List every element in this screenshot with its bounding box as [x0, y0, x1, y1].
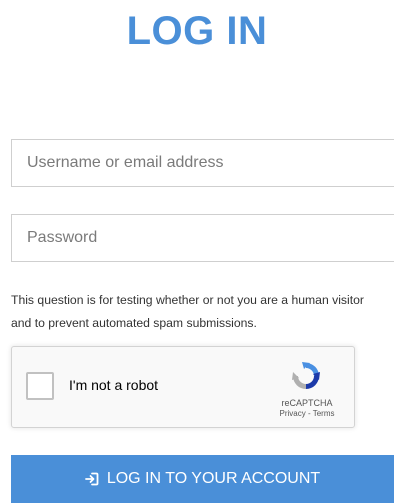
captcha-description: This question is for testing whether or … [11, 293, 364, 330]
recaptcha-links: Privacy - Terms [268, 409, 346, 419]
login-button[interactable]: LOG IN TO YOUR ACCOUNT [11, 455, 394, 503]
password-field[interactable] [11, 214, 394, 262]
login-button-label: LOG IN TO YOUR ACCOUNT [106, 470, 321, 487]
sign-in-icon [84, 472, 99, 486]
privacy-link[interactable]: Privacy [280, 409, 306, 418]
recaptcha-checkbox-label: I'm not a robot [69, 377, 159, 393]
recaptcha-checkbox[interactable] [26, 372, 54, 400]
recaptcha-logo-icon [292, 362, 320, 389]
recaptcha-widget: I'm not a robot reCAPTCHA Privacy - Term… [11, 346, 355, 428]
recaptcha-brand: reCAPTCHA [281, 398, 333, 408]
page-title: LOG IN [126, 9, 268, 53]
username-field[interactable] [11, 139, 394, 187]
link-separator: - [305, 409, 313, 418]
terms-link[interactable]: Terms [313, 409, 335, 418]
